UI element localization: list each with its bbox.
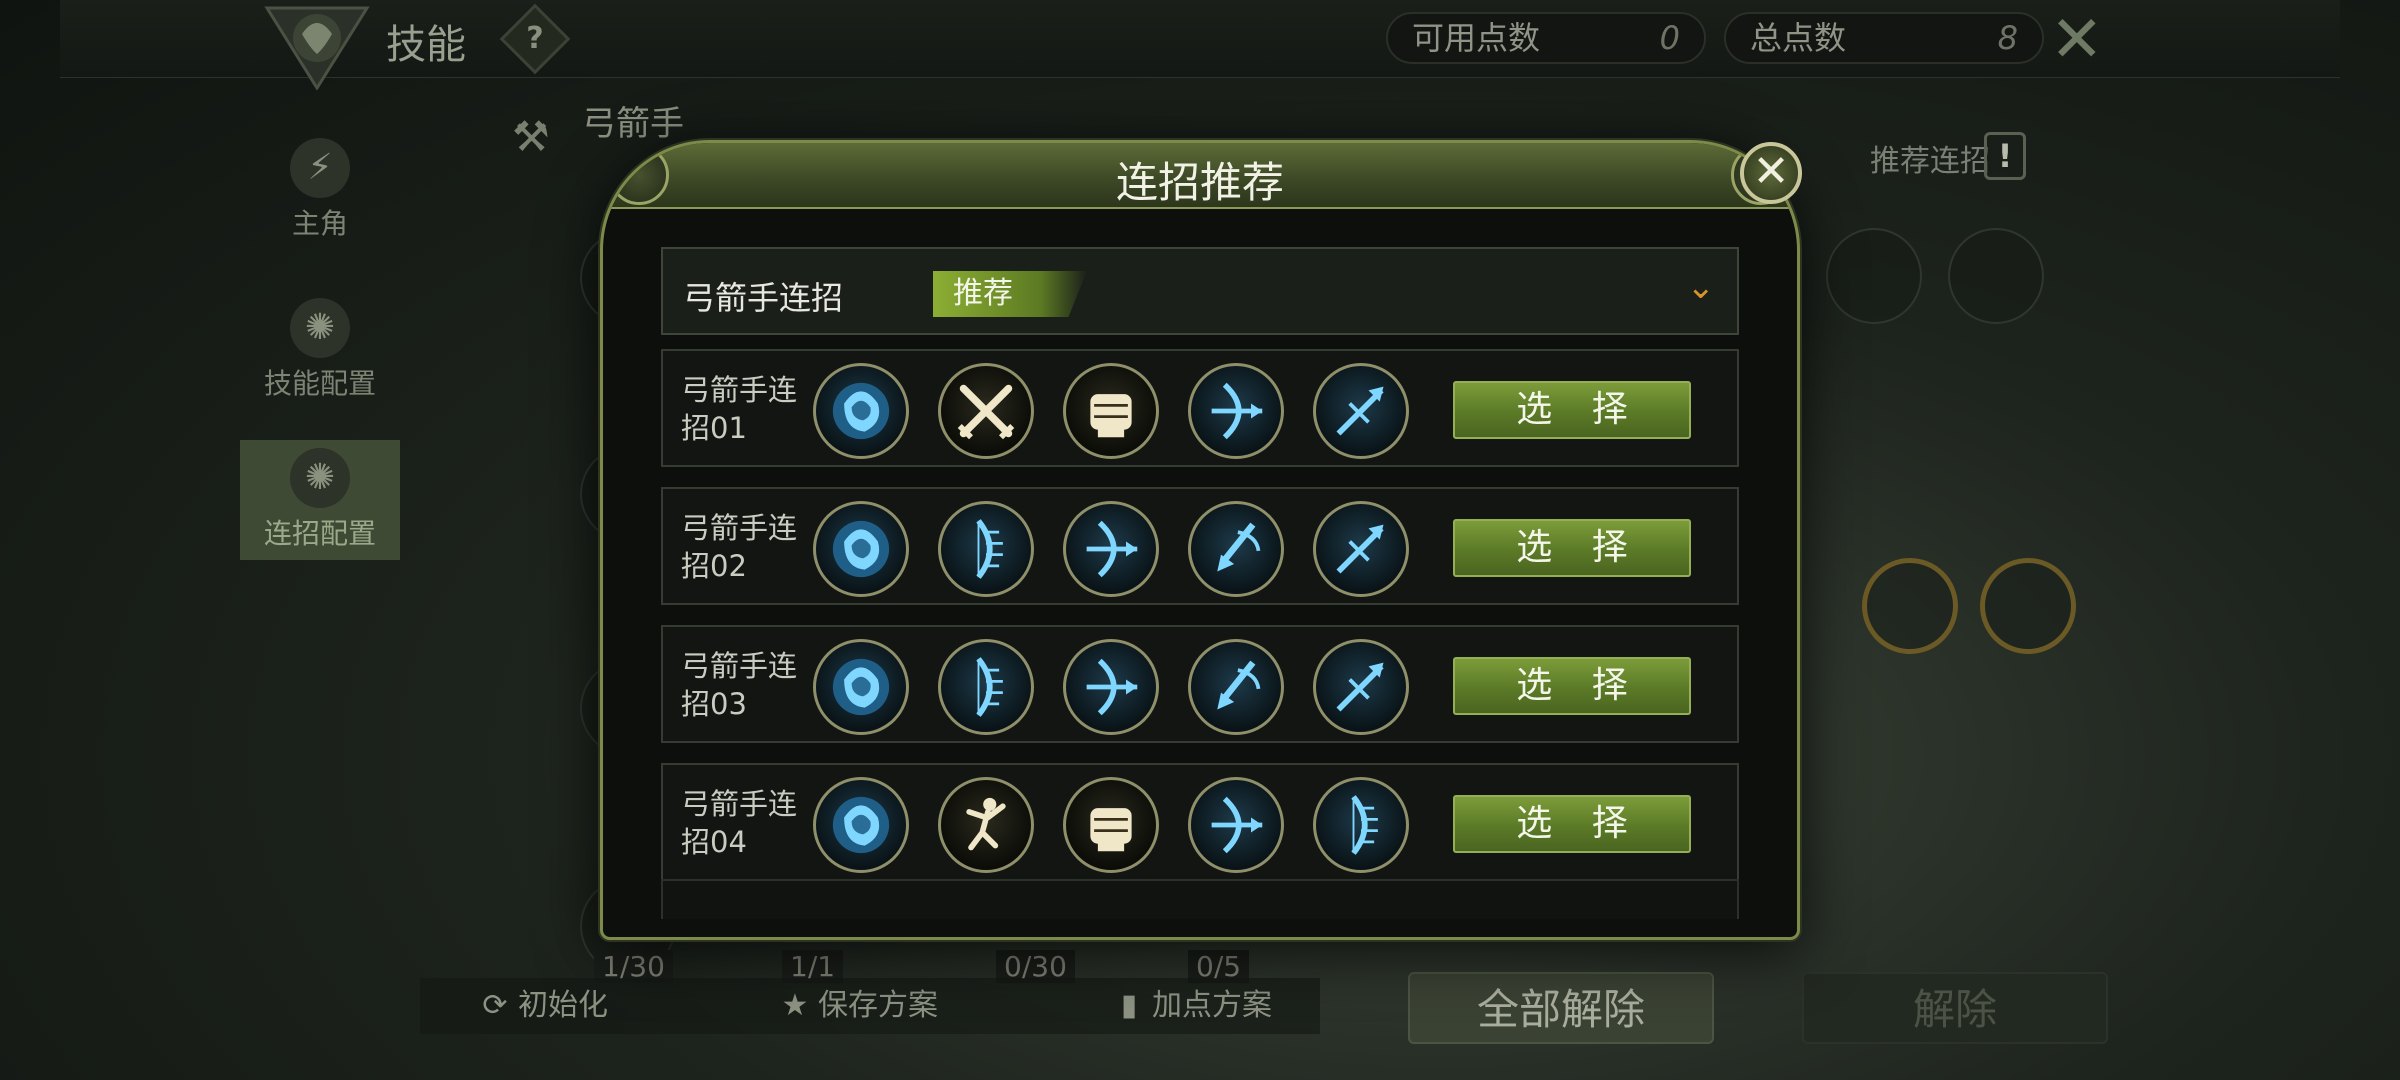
dialog-header: 连招推荐 — [603, 143, 1797, 209]
reset-button[interactable]: ⟳ 初始化 — [480, 978, 608, 1034]
combo-row: 弓箭手连招02 选 择 — [661, 487, 1739, 605]
leaping-figure-icon[interactable] — [938, 777, 1034, 873]
help-icon: ? — [526, 21, 544, 56]
combo-row: 弓箭手连招04 选 择 — [661, 763, 1739, 881]
swirl-icon: ✺ — [290, 448, 350, 508]
bottom-toolbar: ⟳ 初始化 ★ 保存方案 ▮ 加点方案 — [420, 978, 1320, 1034]
total-points-label: 总点数 — [1750, 19, 1847, 57]
point-plan-button[interactable]: ▮ 加点方案 — [1114, 978, 1272, 1034]
refresh-icon: ⟳ — [482, 988, 508, 1023]
multi-bow-icon[interactable] — [1313, 777, 1409, 873]
bg-skill-slot — [1948, 228, 2044, 324]
save-plan-label: 保存方案 — [818, 988, 938, 1023]
bg-skill-slot-empty[interactable] — [1980, 558, 2076, 654]
dodge-swirl-icon[interactable] — [813, 363, 909, 459]
combo-row-partial — [661, 879, 1739, 919]
piercing-arrow-icon[interactable] — [1313, 363, 1409, 459]
dodge-swirl-icon[interactable] — [813, 777, 909, 873]
side-nav-label: 主角 — [291, 207, 348, 240]
dialog-title: 连招推荐 — [1115, 158, 1284, 207]
clear-all-button[interactable]: 全部解除 — [1408, 972, 1714, 1044]
page-title: 技能 — [386, 22, 466, 68]
select-button[interactable]: 选 择 — [1453, 795, 1691, 853]
piercing-arrow-icon[interactable] — [1313, 501, 1409, 597]
crossed-tools-icon: ⚒ — [512, 112, 550, 161]
combo-recommend-dialog: 连招推荐 弓箭手连招 推荐 ⌄ 弓箭手连招01 选 择弓箭手连招02 选 择弓箭手连… — [600, 140, 1800, 940]
combo-name: 弓箭手连招03 — [681, 649, 798, 721]
lightning-icon: ⚡ — [290, 138, 350, 198]
bg-skill-slot — [1826, 228, 1922, 324]
multi-bow-icon[interactable] — [938, 501, 1034, 597]
available-points-label: 可用点数 — [1412, 19, 1541, 57]
combo-name: 弓箭手连招01 — [681, 373, 798, 445]
fist-icon[interactable] — [1063, 363, 1159, 459]
piercing-arrow-icon[interactable] — [1313, 639, 1409, 735]
dodge-swirl-icon[interactable] — [813, 501, 909, 597]
dropdown-label: 弓箭手连招 — [683, 279, 844, 317]
combo-category-dropdown[interactable]: 弓箭手连招 推荐 ⌄ — [661, 247, 1739, 335]
bg-skill-slot-selected[interactable] — [1862, 558, 1958, 654]
bow-arrow-icon[interactable] — [1063, 501, 1159, 597]
side-nav-item-combo-config[interactable]: ✺ 连招配置 — [240, 440, 400, 560]
multi-bow-icon[interactable] — [938, 639, 1034, 735]
side-nav-item-hero[interactable]: ⚡ 主角 — [240, 130, 400, 250]
diving-arrow-icon[interactable] — [1188, 639, 1284, 735]
select-button[interactable]: 选 择 — [1453, 519, 1691, 577]
combo-name: 弓箭手连招02 — [681, 511, 798, 583]
bow-arrow-icon[interactable] — [1188, 363, 1284, 459]
select-button[interactable]: 选 择 — [1453, 657, 1691, 715]
close-button[interactable]: ✕ — [1740, 142, 1802, 204]
clear-button[interactable]: 解除 — [1802, 972, 2108, 1044]
diving-arrow-icon[interactable] — [1188, 501, 1284, 597]
side-nav-item-skill-config[interactable]: ✺ 技能配置 — [240, 290, 400, 410]
combo-name: 弓箭手连招04 — [681, 787, 798, 859]
recommend-combo-label: 推荐连招 — [1870, 144, 1990, 179]
dodge-swirl-icon[interactable] — [813, 639, 909, 735]
bow-arrow-icon[interactable] — [1188, 777, 1284, 873]
available-points-value: 0 — [1659, 19, 1680, 57]
dragon-emblem-icon — [262, 4, 372, 91]
chevron-down-icon[interactable]: ⌄ — [1687, 267, 1716, 307]
book-icon: ▮ — [1120, 988, 1138, 1023]
info-icon[interactable]: ! — [1984, 132, 2026, 180]
fist-icon[interactable] — [1063, 777, 1159, 873]
class-name: 弓箭手 — [582, 104, 684, 144]
bow-arrow-icon[interactable] — [1063, 639, 1159, 735]
crossed-swords-icon[interactable] — [938, 363, 1034, 459]
combo-row: 弓箭手连招01 选 择 — [661, 349, 1739, 467]
recommend-tag: 推荐 — [933, 271, 1087, 317]
exit-icon[interactable]: ✕ — [2050, 8, 2104, 72]
select-button[interactable]: 选 择 — [1453, 381, 1691, 439]
save-plan-button[interactable]: ★ 保存方案 — [780, 978, 938, 1034]
reset-label: 初始化 — [518, 988, 608, 1023]
side-nav-label: 技能配置 — [263, 367, 376, 400]
total-points-box: 总点数 8 — [1724, 12, 2044, 64]
swirl-icon: ✺ — [290, 298, 350, 358]
available-points-box: 可用点数 0 — [1386, 12, 1706, 64]
side-nav-label: 连招配置 — [263, 517, 376, 550]
point-plan-label: 加点方案 — [1152, 988, 1272, 1023]
star-icon: ★ — [781, 988, 809, 1023]
total-points-value: 8 — [1997, 19, 2018, 57]
combo-row: 弓箭手连招03 选 择 — [661, 625, 1739, 743]
